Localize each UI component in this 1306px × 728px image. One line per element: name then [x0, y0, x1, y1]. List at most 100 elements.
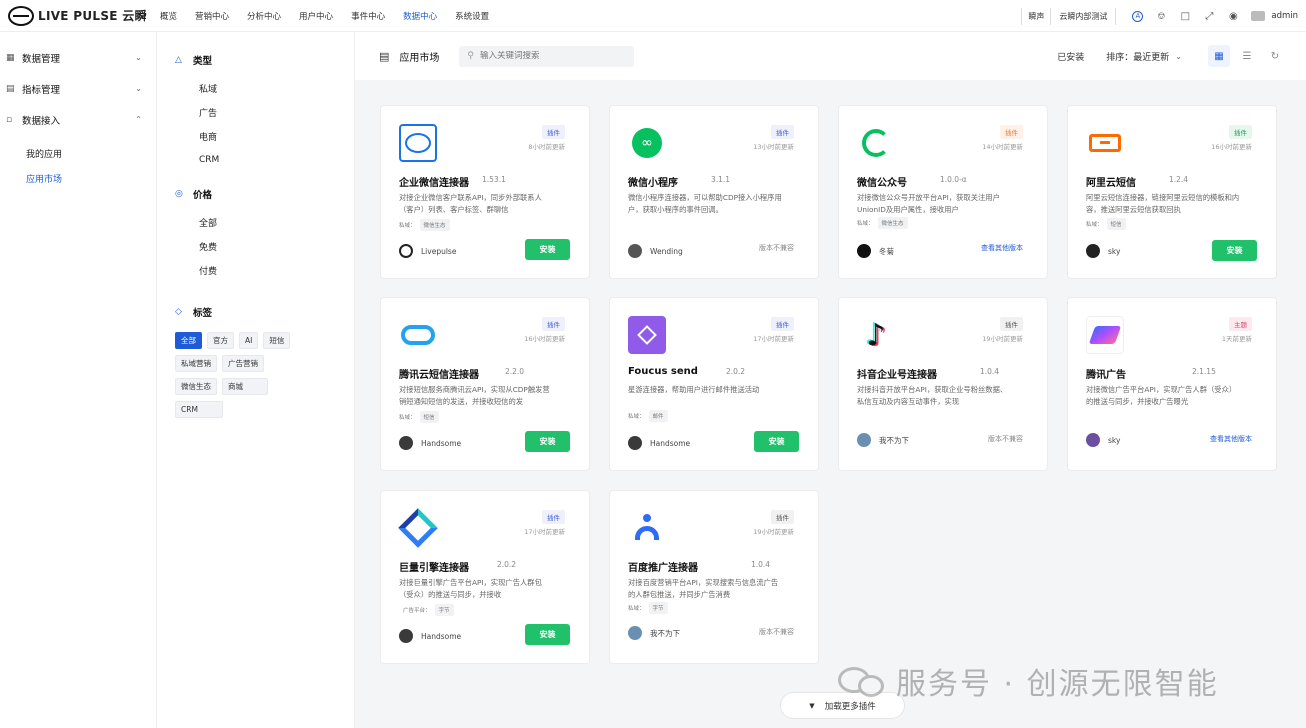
miniprogram-logo-icon: ∞ [628, 124, 666, 162]
card-title: 企业微信连接器 [399, 178, 469, 189]
nav-analytics[interactable]: 分析中心 [247, 10, 281, 22]
install-button[interactable]: 安装 [525, 431, 570, 452]
avatar [399, 436, 413, 450]
install-button[interactable]: 安装 [754, 431, 799, 452]
card-version: 1.2.4 [1169, 175, 1189, 184]
type-option-private[interactable]: 私域 [175, 76, 354, 100]
tag-private-marketing[interactable]: 私域营销 [175, 355, 217, 372]
price-option-paid[interactable]: 付费 [175, 258, 354, 282]
tag-crm[interactable]: CRM [175, 401, 223, 418]
watermark-text: 服务号 · 创源无限智能 [896, 667, 1219, 702]
sidebar-item-data-management[interactable]: ▦ 数据管理 ⌄ [0, 42, 156, 73]
card-version: 2.1.15 [1192, 367, 1216, 376]
incompatible-version-link[interactable]: 版本不兼容 [759, 627, 794, 637]
card-meta: 私域： 邮件 [628, 410, 668, 422]
plugin-card[interactable]: ∞ 插件 13小时前更新 微信小程序 3.1.1 微信小程序连接器，可以帮助CD… [609, 105, 819, 279]
plugin-card[interactable]: 插件 16小时前更新 腾讯云短信连接器 2.2.0 对接短信服务商腾讯云API，… [380, 297, 590, 471]
incompatible-version-link[interactable]: 版本不兼容 [759, 243, 794, 253]
workspace-switch[interactable]: 云瞬内部测试 [1050, 7, 1117, 25]
card-description: 星游连接器，帮助用户进行邮件推送活动 [628, 385, 760, 394]
top-bar: LIVE PULSE 云瞬 概览 营销中心 分析中心 用户中心 事件中心 数据中… [0, 0, 1306, 32]
tag-icon: ◇ [175, 307, 182, 317]
nav-marketing[interactable]: 营销中心 [195, 10, 229, 22]
chevron-down-icon: ⌄ [135, 84, 142, 93]
card-version: 3.1.1 [711, 175, 731, 184]
avatar [628, 244, 642, 258]
list-view-icon[interactable]: ☰ [1236, 45, 1258, 67]
nav-overview[interactable]: 概览 [160, 10, 177, 22]
plugin-card[interactable]: 插件 17小时前更新 Foucus send 2.0.2 星游连接器，帮助用户进… [609, 297, 819, 471]
plugin-card[interactable]: ♪ 插件 19小时前更新 抖音企业号连接器 1.0.4 对接抖音开放平台API，… [838, 297, 1048, 471]
type-filter-title: △ 类型 [175, 55, 213, 67]
plugin-card[interactable]: 插件 14小时前更新 微信公众号 1.0.0-α 对接微信公众号开放平台API，… [838, 105, 1048, 279]
nav-data[interactable]: 数据中心 [403, 10, 437, 22]
card-type-badge: 主题 [1229, 317, 1252, 331]
price-option-all[interactable]: 全部 [175, 210, 354, 234]
chart-icon: ▤ [6, 83, 15, 94]
env-switch[interactable]: 瞬声 [1021, 7, 1050, 25]
price-option-free[interactable]: 免费 [175, 234, 354, 258]
type-option-ecommerce[interactable]: 电商 [175, 124, 354, 148]
install-button[interactable]: 安装 [1212, 240, 1257, 261]
sidebar-item-metrics[interactable]: ▤ 指标管理 ⌄ [0, 73, 156, 104]
user-name[interactable]: admin [1271, 11, 1298, 21]
pulse-logo-icon [8, 5, 34, 26]
tag-ai[interactable]: AI [239, 332, 259, 349]
avatar[interactable] [1251, 11, 1266, 21]
card-version: 2.0.2 [726, 367, 746, 376]
card-type-badge: 插件 [771, 317, 794, 331]
nav-users[interactable]: 用户中心 [299, 10, 333, 22]
card-updated-time: 13小时前更新 [753, 143, 794, 151]
type-option-ads[interactable]: 广告 [175, 100, 354, 124]
type-option-crm[interactable]: CRM [175, 148, 354, 172]
card-version: 1.0.0-α [940, 175, 967, 184]
theme-icon[interactable]: ◉ [1227, 10, 1239, 22]
plug-icon: ▫ [6, 114, 13, 125]
sidebar-item-app-market[interactable]: 应用市场 [0, 166, 156, 191]
fullscreen-icon[interactable]: ⤢ [1203, 10, 1215, 22]
market-header: ▤ 应用市场 ⚲ 已安装 排序：最近更新 ⌄ ▦ ☰ ↻ [355, 32, 1306, 80]
plugin-card[interactable]: 插件 8小时前更新 企业微信连接器 1.53.1 对接企业微信客户联系API，同… [380, 105, 590, 279]
nav-events[interactable]: 事件中心 [351, 10, 385, 22]
tag-official[interactable]: 官方 [207, 332, 234, 349]
incompatible-version-link[interactable]: 版本不兼容 [988, 434, 1023, 444]
tag-ad-marketing[interactable]: 广告营销 [222, 355, 264, 372]
sidebar-item-data-access[interactable]: ▫ 数据接入 ⌃ [0, 104, 156, 135]
tag-all[interactable]: 全部 [175, 332, 202, 349]
plugin-card[interactable]: 主题 1天前更新 腾讯广告 2.1.15 对接微信广告平台API，实现广告人群（… [1067, 297, 1277, 471]
grid-view-icon[interactable]: ▦ [1208, 45, 1230, 67]
focus-send-logo-icon [628, 316, 666, 354]
plugin-card[interactable]: 插件 17小时前更新 巨量引擎连接器 2.0.2 对接巨量引擎广告平台API，实… [380, 490, 590, 664]
avatar [1086, 433, 1100, 447]
aliyun-logo-icon [1086, 124, 1124, 162]
plugin-card[interactable]: 插件 16小时前更新 阿里云短信 1.2.4 阿里云短信连接器，链接阿里云短信的… [1067, 105, 1277, 279]
tag-wechat[interactable]: 微信生态 [175, 378, 217, 395]
tag-sms[interactable]: 短信 [263, 332, 291, 349]
ai-icon[interactable]: A [1132, 10, 1144, 22]
other-versions-link[interactable]: 查看其他版本 [1210, 434, 1252, 444]
card-author: Handsome [399, 629, 461, 643]
installed-filter[interactable]: 已安装 [1057, 50, 1084, 63]
bell-icon[interactable]: ⎊ [1155, 10, 1167, 22]
nav-settings[interactable]: 系统设置 [455, 10, 489, 22]
card-author: Handsome [628, 436, 690, 450]
tencent-cloud-logo-icon [399, 316, 437, 354]
card-title: 腾讯云短信连接器 [399, 370, 479, 381]
other-versions-link[interactable]: 查看其他版本 [981, 243, 1023, 253]
tag-mall[interactable]: 商城 [222, 378, 268, 395]
plugin-card[interactable]: 插件 19小时前更新 百度推广连接器 1.0.4 对接百度营销平台API，实现搜… [609, 490, 819, 664]
sidebar-item-label: 指标管理 [22, 84, 61, 96]
search-box[interactable]: ⚲ [459, 45, 635, 67]
brand-logo[interactable]: LIVE PULSE 云瞬 [0, 5, 150, 26]
sidebar-item-my-apps[interactable]: 我的应用 [0, 141, 156, 166]
install-button[interactable]: 安装 [525, 239, 570, 260]
search-input[interactable] [480, 51, 620, 61]
install-button[interactable]: 安装 [525, 624, 570, 645]
card-description: 对接巨量引擎广告平台API，实现广告人群包（受众）的推送与同步，并接收 [399, 578, 542, 599]
lock-icon[interactable]: □ [1179, 10, 1191, 22]
refresh-icon[interactable]: ↻ [1264, 45, 1286, 67]
chevron-down-icon[interactable]: ⌄ [1175, 52, 1182, 61]
card-title: 巨量引擎连接器 [399, 563, 469, 574]
main-content: ▤ 应用市场 ⚲ 已安装 排序：最近更新 ⌄ ▦ ☰ ↻ 插件 8小时前更新 企… [355, 32, 1306, 728]
sort-select[interactable]: 排序：最近更新 [1106, 50, 1169, 63]
